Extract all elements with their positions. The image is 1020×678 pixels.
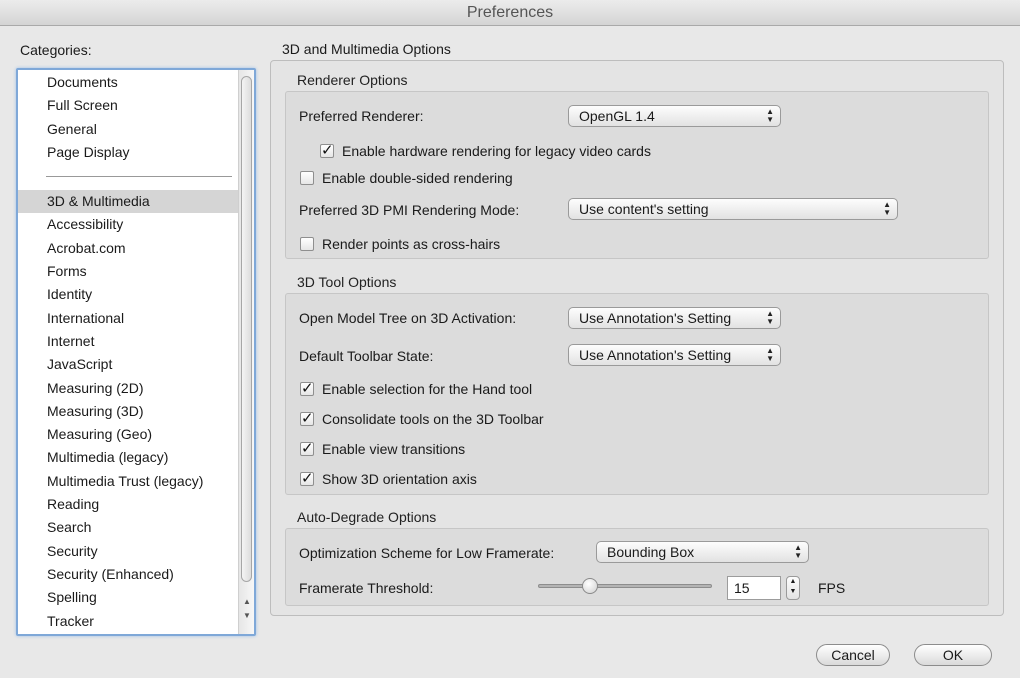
category-item-reading[interactable]: Reading [18,493,240,516]
category-item-internet[interactable]: Internet [18,330,240,353]
select-arrows-icon: ▲ ▼ [766,309,774,326]
framerate-slider-knob[interactable] [582,578,599,594]
framerate-stepper-icon[interactable]: ▲ ▼ [786,576,800,600]
view-transitions-checkbox[interactable]: ✓ [300,441,314,456]
toolbar-state-select[interactable]: Use Annotation's Setting ▲ ▼ [568,344,781,366]
select-arrows-icon: ▲ ▼ [883,200,891,217]
section-title: 3D and Multimedia Options [282,41,451,57]
hand-tool-option[interactable]: ✓ Enable selection for the Hand tool [300,381,532,397]
view-transitions-label: Enable view transitions [322,441,466,457]
select-arrows-icon: ▲ ▼ [766,346,774,363]
consolidate-label: Consolidate tools on the 3D Toolbar [322,411,544,427]
degrade-options-group: Optimization Scheme for Low Framerate: B… [285,528,989,606]
model-tree-value: Use Annotation's Setting [579,310,732,326]
preferred-renderer-label: Preferred Renderer: [299,108,424,124]
degrade-options-title: Auto-Degrade Options [297,509,437,525]
categories-label: Categories: [20,42,92,58]
category-item-measuring-3d[interactable]: Measuring (3D) [18,400,240,423]
category-item-full-screen[interactable]: Full Screen [18,94,240,117]
tool-options-title: 3D Tool Options [297,274,397,290]
consolidate-option[interactable]: ✓ Consolidate tools on the 3D Toolbar [300,411,544,427]
category-item-javascript[interactable]: JavaScript [18,353,240,376]
hand-tool-checkbox[interactable]: ✓ [300,381,314,396]
category-item-general[interactable]: General [18,118,240,141]
cross-hairs-checkbox[interactable] [300,237,314,251]
category-item-search[interactable]: Search [18,516,240,539]
toolbar-state-value: Use Annotation's Setting [579,347,732,363]
model-tree-select[interactable]: Use Annotation's Setting ▲ ▼ [568,307,781,329]
category-item-forms[interactable]: Forms [18,260,240,283]
renderer-options-group: Preferred Renderer: OpenGL 1.4 ▲ ▼ ✓ Enab… [285,91,989,259]
options-panel: Renderer Options Preferred Renderer: Ope… [270,60,1004,616]
preferred-renderer-select[interactable]: OpenGL 1.4 ▲ ▼ [568,105,781,127]
ok-button[interactable]: OK [914,644,992,666]
category-item-spelling[interactable]: Spelling [18,586,240,609]
orientation-axis-option[interactable]: ✓ Show 3D orientation axis [300,471,477,487]
renderer-options-title: Renderer Options [297,72,408,88]
hand-tool-label: Enable selection for the Hand tool [322,381,533,397]
tool-options-group: Open Model Tree on 3D Activation: Use An… [285,293,989,495]
framerate-threshold-label: Framerate Threshold: [299,580,434,596]
hw-rendering-option[interactable]: ✓ Enable hardware rendering for legacy v… [320,143,651,159]
window-title: Preferences [0,0,1020,26]
category-item-measuring-geo[interactable]: Measuring (Geo) [18,423,240,446]
category-item-measuring-2d[interactable]: Measuring (2D) [18,377,240,400]
hw-rendering-checkbox[interactable]: ✓ [320,143,334,158]
hw-rendering-label: Enable hardware rendering for legacy vid… [342,143,651,159]
scroll-up-arrow-icon[interactable]: ▲ [241,596,253,608]
pmi-mode-value: Use content's setting [579,201,709,217]
categories-scrollbar[interactable]: ▲ ▼ [238,70,254,634]
double-sided-option[interactable]: Enable double-sided rendering [300,170,513,186]
select-arrows-icon: ▲ ▼ [766,107,774,124]
optimization-scheme-label: Optimization Scheme for Low Framerate: [299,545,555,561]
pmi-mode-select[interactable]: Use content's setting ▲ ▼ [568,198,898,220]
framerate-threshold-input[interactable]: 15 [727,576,781,600]
framerate-slider-track[interactable] [538,584,712,588]
pmi-mode-label: Preferred 3D PMI Rendering Mode: [299,202,520,218]
cancel-button[interactable]: Cancel [816,644,890,666]
double-sided-label: Enable double-sided rendering [322,170,513,186]
category-item-3d-multimedia[interactable]: 3D & Multimedia [18,190,240,214]
category-item-multimedia-trust-legacy[interactable]: Multimedia Trust (legacy) [18,470,240,493]
select-arrows-icon: ▲ ▼ [794,543,802,560]
category-item-security-enhanced[interactable]: Security (Enhanced) [18,563,240,586]
model-tree-label: Open Model Tree on 3D Activation: [299,310,517,326]
optimization-scheme-value: Bounding Box [607,544,695,560]
toolbar-state-label: Default Toolbar State: [299,348,434,364]
categories-list[interactable]: Documents Full Screen General Page Displ… [16,68,256,636]
categories-items: Documents Full Screen General Page Displ… [18,70,240,633]
category-item-international[interactable]: International [18,307,240,330]
orientation-axis-label: Show 3D orientation axis [322,471,477,487]
category-item-accessibility[interactable]: Accessibility [18,213,240,236]
category-item-multimedia-legacy[interactable]: Multimedia (legacy) [18,446,240,469]
category-separator [46,176,232,178]
cross-hairs-label: Render points as cross-hairs [322,236,501,252]
orientation-axis-checkbox[interactable]: ✓ [300,471,314,486]
scrollbar-thumb[interactable] [241,76,252,582]
consolidate-checkbox[interactable]: ✓ [300,411,314,426]
optimization-scheme-select[interactable]: Bounding Box ▲ ▼ [596,541,809,563]
category-item-documents[interactable]: Documents [18,71,240,94]
category-item-page-display[interactable]: Page Display [18,141,240,164]
scroll-down-arrow-icon[interactable]: ▼ [241,610,253,622]
cross-hairs-option[interactable]: Render points as cross-hairs [300,236,500,252]
double-sided-checkbox[interactable] [300,171,314,185]
framerate-unit: FPS [818,580,846,596]
preferred-renderer-value: OpenGL 1.4 [579,108,655,124]
category-item-identity[interactable]: Identity [18,283,240,306]
view-transitions-option[interactable]: ✓ Enable view transitions [300,441,465,457]
category-item-security[interactable]: Security [18,540,240,563]
category-item-tracker[interactable]: Tracker [18,610,240,633]
category-item-acrobat-com[interactable]: Acrobat.com [18,237,240,260]
